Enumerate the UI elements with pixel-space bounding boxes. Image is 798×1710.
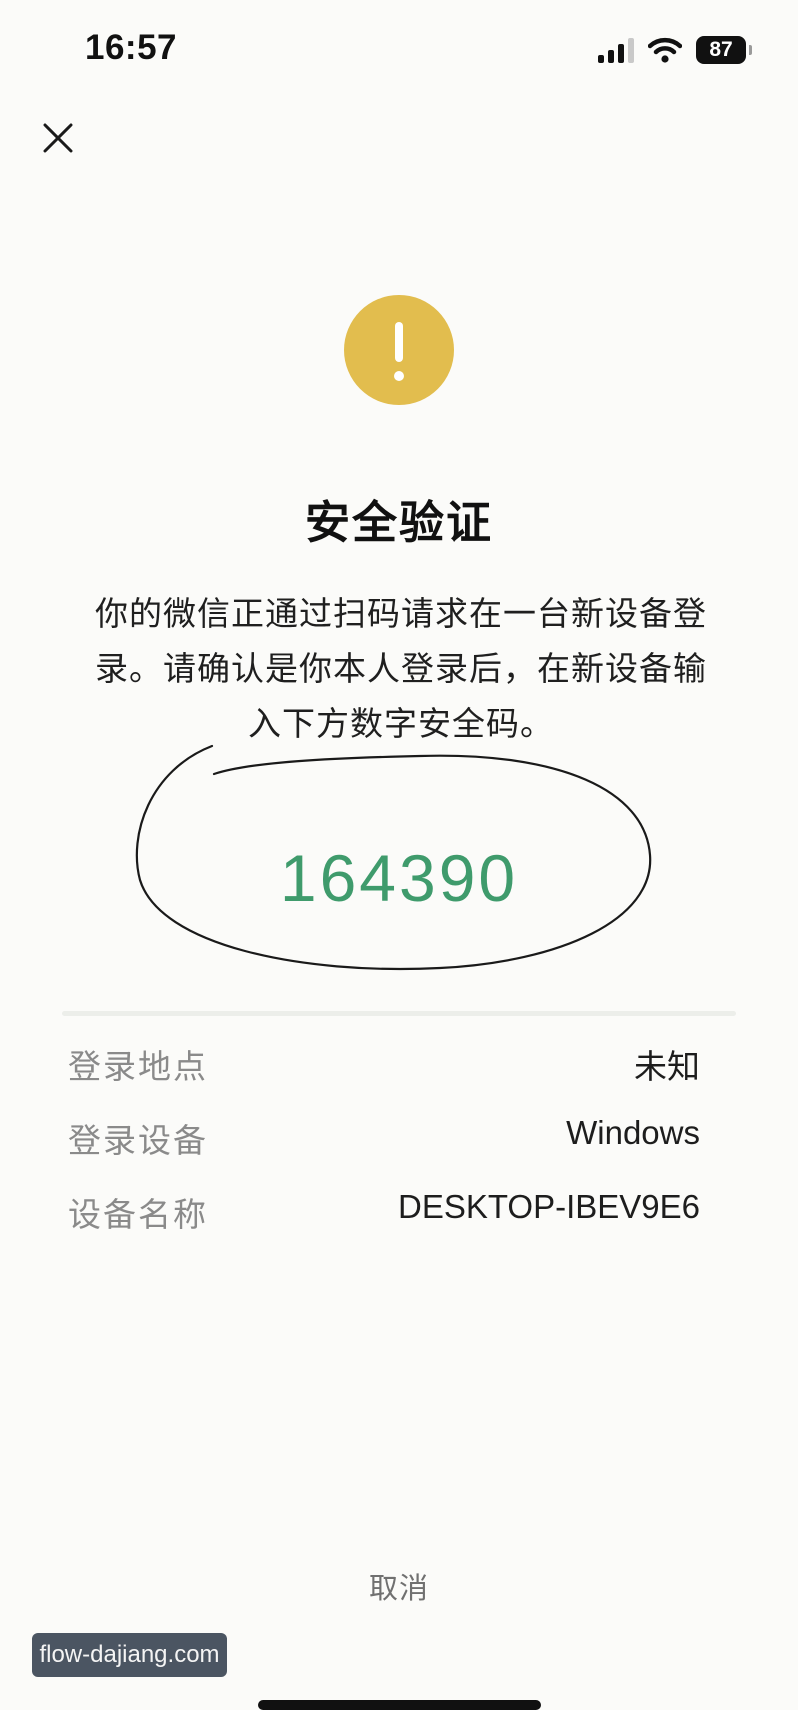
login-device-label: 登录设备 [68,1121,208,1160]
battery-icon: 87 [696,36,752,64]
close-icon [43,123,73,153]
close-button[interactable] [38,118,78,158]
page-title: 安全验证 [304,496,493,549]
description-line: 录。请确认是你本人登录后，在新设备输 [95,649,707,688]
login-location-label: 登录地点 [68,1047,208,1086]
wifi-icon [648,37,682,63]
signal-icon [598,37,634,63]
description-line: 入下方数字安全码。 [248,704,554,743]
info-row-login-location: 登录地点 未知 [68,1040,700,1090]
cancel-button[interactable]: 取消 [0,1565,798,1607]
info-row-login-device: 登录设备 Windows [68,1114,700,1164]
device-name-label: 设备名称 [68,1195,208,1234]
status-bar: 16:57 87 [0,0,798,110]
login-location-value: 未知 [634,1048,700,1085]
status-icons: 87 [598,36,752,64]
battery-level: 87 [709,38,733,61]
login-device-value: Windows [566,1114,700,1151]
security-code: 164390 [279,841,519,915]
warning-icon [344,295,454,405]
watermark: flow-dajiang.com [32,1633,227,1677]
divider [62,1011,736,1016]
description-line: 你的微信正通过扫码请求在一台新设备登 [95,594,707,633]
status-time: 16:57 [85,28,178,67]
device-name-value: DESKTOP-IBEV9E6 [397,1188,700,1225]
description: 你的微信正通过扫码请求在一台新设备登 录。请确认是你本人登录后，在新设备输 入下… [76,586,726,751]
info-row-device-name: 设备名称 DESKTOP-IBEV9E6 [68,1188,700,1238]
home-indicator[interactable] [258,1700,541,1710]
